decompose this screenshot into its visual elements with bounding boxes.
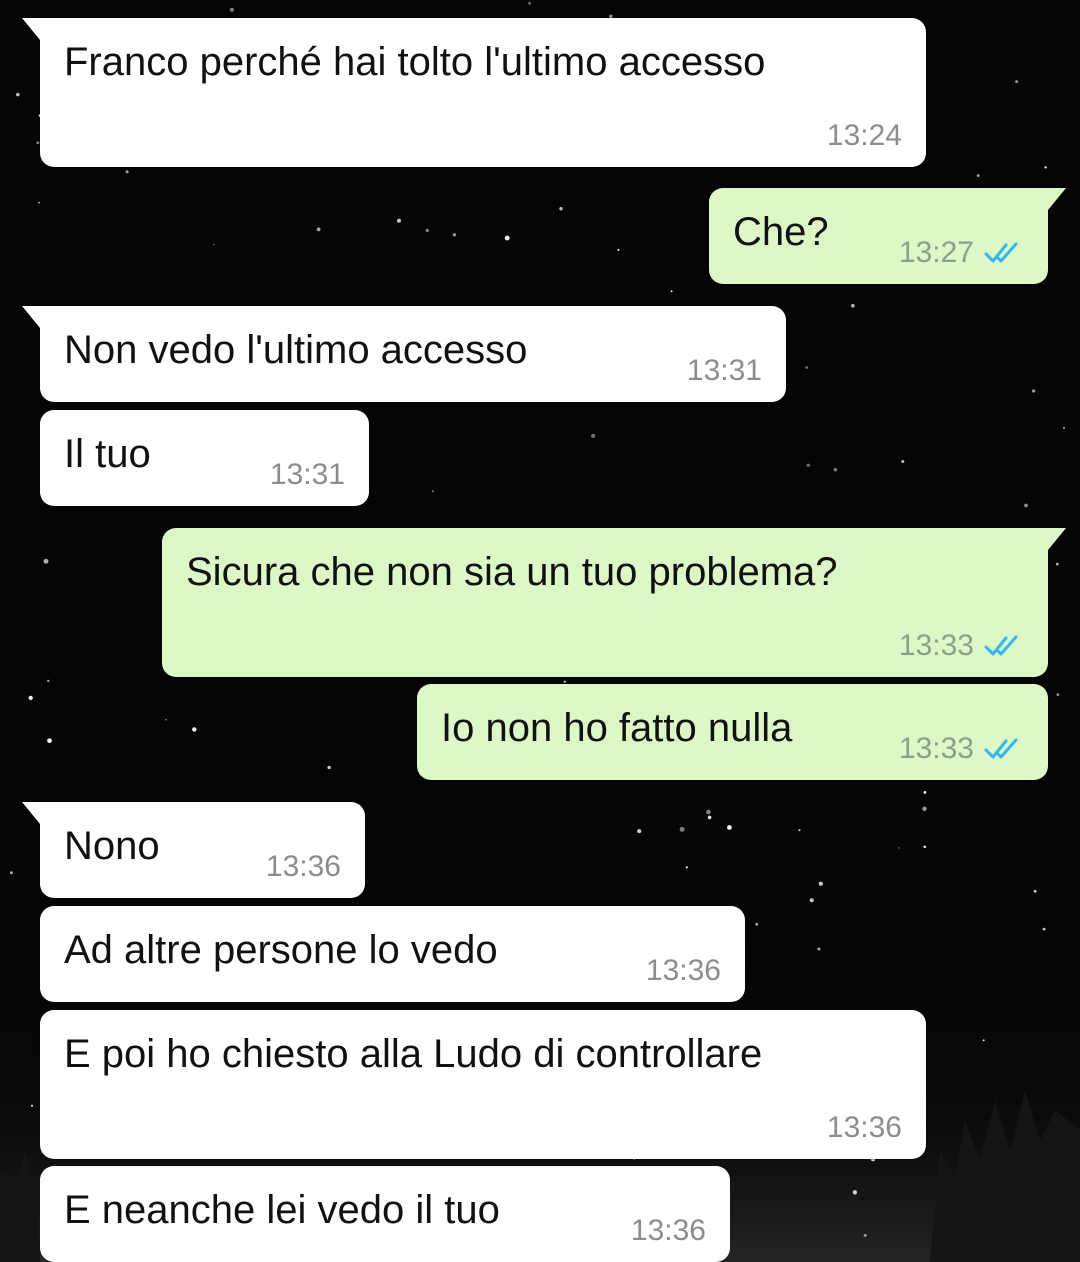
star: [755, 922, 759, 926]
star: [16, 92, 20, 97]
star: [28, 695, 33, 701]
star: [1031, 389, 1036, 393]
message-bubble-outgoing[interactable]: Che? 13:27: [709, 188, 1066, 284]
message-time: 13:24: [826, 119, 902, 152]
message-text: Non vedo l'ultimo accesso: [64, 328, 528, 372]
message-time: 13:36: [826, 1111, 902, 1144]
message-text: E poi ho chiesto alla Ludo di controllar…: [64, 1032, 763, 1076]
star: [36, 141, 40, 145]
message-text: Io non ho fatto nulla: [441, 706, 793, 750]
message-text: Franco perché hai tolto l'ultimo accesso: [64, 40, 766, 84]
star: [898, 847, 900, 849]
star: [679, 826, 685, 832]
star: [805, 366, 809, 369]
star: [922, 806, 927, 811]
star: [165, 718, 167, 721]
star: [30, 1104, 34, 1107]
star: [43, 558, 49, 564]
message-bubble-incoming[interactable]: E poi ho chiesto alla Ludo di controllar…: [40, 1010, 926, 1159]
star: [706, 809, 711, 815]
star: [1063, 426, 1065, 429]
message-text: Nono: [64, 824, 160, 868]
star: [806, 463, 810, 467]
star: [863, 1233, 867, 1237]
star: [923, 790, 927, 794]
read-double-check-icon: [984, 738, 1018, 759]
star: [1015, 80, 1019, 84]
message-bubble-incoming[interactable]: Non vedo l'ultimo accesso 13:31: [22, 306, 786, 402]
message-bubble-outgoing[interactable]: Io non ho fatto nulla 13:33: [417, 684, 1048, 780]
message-bubble-incoming[interactable]: Franco perché hai tolto l'ultimo accesso…: [22, 18, 926, 167]
star: [9, 871, 13, 875]
message-text: E neanche lei vedo il tuo: [64, 1188, 500, 1232]
message-bubble-outgoing[interactable]: Sicura che non sia un tuo problema? 13:3…: [162, 528, 1066, 677]
star: [213, 243, 215, 246]
star: [976, 174, 980, 177]
star: [396, 218, 402, 223]
message-time: 13:36: [265, 850, 341, 883]
star: [670, 290, 673, 293]
star: [707, 815, 712, 820]
star: [685, 866, 688, 869]
star: [431, 490, 434, 493]
message-text: Ad altre persone lo vedo: [64, 928, 498, 972]
star: [818, 881, 823, 886]
star: [798, 828, 801, 832]
star: [327, 765, 331, 770]
star: [192, 727, 197, 732]
message-time: 13:33: [898, 732, 974, 765]
message-time: 13:31: [269, 458, 345, 491]
star: [901, 459, 905, 464]
star: [125, 170, 129, 174]
star: [528, 1, 532, 5]
star: [833, 467, 838, 472]
message-bubble-incoming[interactable]: Nono 13:36: [22, 802, 365, 898]
message-time: 13:27: [898, 236, 974, 269]
star: [452, 233, 457, 237]
star: [563, 680, 566, 684]
star: [1042, 927, 1046, 931]
star: [591, 433, 596, 438]
message-time: 13:36: [630, 1214, 706, 1247]
read-double-check-icon: [984, 635, 1018, 656]
star: [1033, 889, 1037, 893]
star: [637, 829, 642, 834]
star: [809, 898, 814, 903]
message-time: 13:31: [686, 354, 762, 387]
message-time: 13:36: [645, 954, 721, 987]
star: [559, 207, 563, 211]
star: [851, 303, 855, 308]
star: [1055, 562, 1059, 566]
star: [1024, 503, 1028, 508]
star: [817, 947, 821, 951]
star: [504, 235, 510, 241]
star: [229, 7, 234, 12]
message-bubble-incoming[interactable]: E neanche lei vedo il tuo 13:36: [40, 1166, 730, 1262]
star: [316, 227, 321, 232]
message-text: Sicura che non sia un tuo problema?: [186, 550, 838, 594]
message-bubble-incoming[interactable]: Ad altre persone lo vedo 13:36: [40, 906, 745, 1002]
star: [1044, 166, 1047, 169]
star: [38, 201, 40, 204]
message-bubble-incoming[interactable]: Il tuo 13:31: [40, 410, 369, 506]
star: [47, 679, 50, 683]
star: [425, 228, 429, 232]
star: [727, 825, 732, 830]
star: [923, 845, 927, 849]
message-text: Il tuo: [64, 432, 151, 476]
star: [982, 1039, 985, 1042]
star: [852, 1190, 858, 1195]
message-time: 13:33: [898, 629, 974, 662]
read-double-check-icon: [984, 242, 1018, 263]
star: [47, 738, 52, 744]
message-text: Che?: [733, 210, 829, 254]
star: [617, 248, 620, 251]
star: [1056, 693, 1060, 696]
